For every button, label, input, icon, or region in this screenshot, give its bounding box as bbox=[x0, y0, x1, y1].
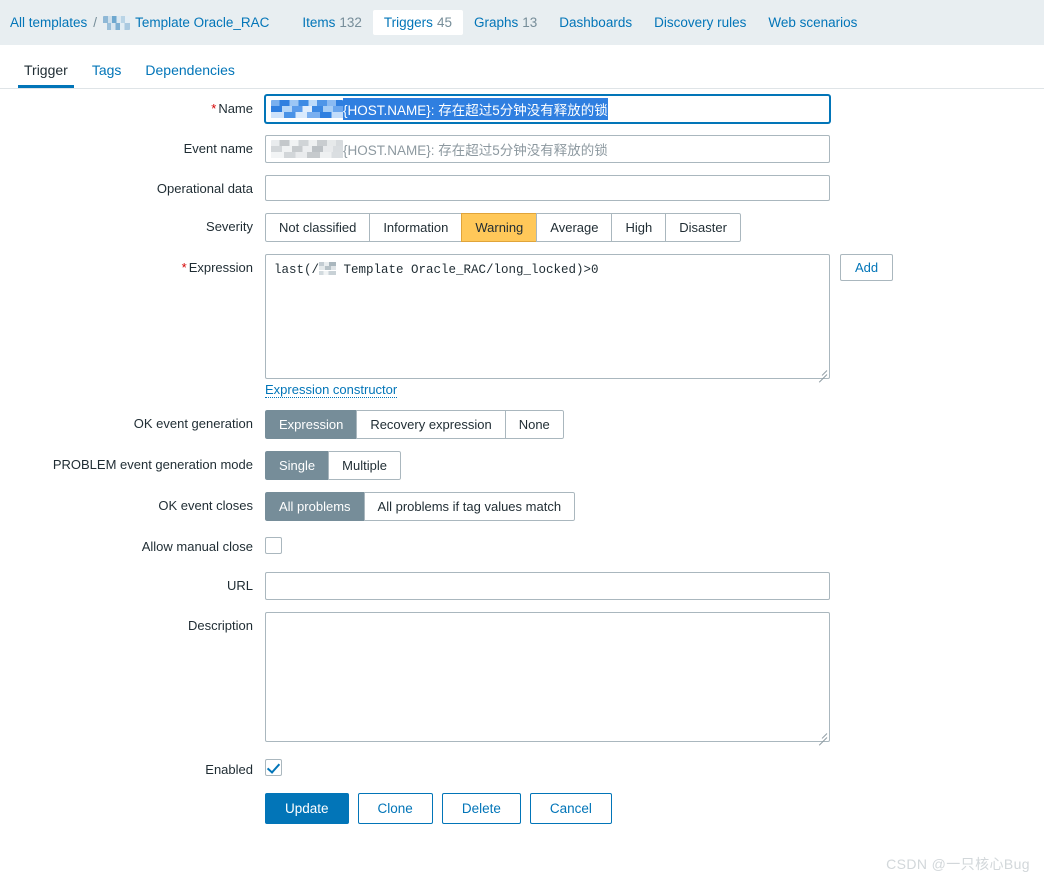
row-problem-event-generation-mode: PROBLEM event generation mode Single Mul… bbox=[0, 451, 1044, 480]
expression-add-button[interactable]: Add bbox=[840, 254, 894, 281]
trigger-configuration-page: All templates / Template Oracle_RAC Item… bbox=[0, 0, 1044, 888]
problem-event-mode-option-single[interactable]: Single bbox=[265, 451, 329, 480]
problem-event-mode-option-multiple[interactable]: Multiple bbox=[328, 451, 401, 480]
redacted-expression-host bbox=[319, 262, 337, 275]
watermark: CSDN @一只核心Bug bbox=[886, 856, 1030, 872]
footer-spacer bbox=[0, 793, 265, 799]
row-enabled: Enabled bbox=[0, 756, 1044, 777]
required-marker-expression: * bbox=[181, 260, 187, 275]
name-input[interactable]: {HOST.NAME}: 存在超过5分钟没有释放的锁 bbox=[265, 95, 830, 123]
label-expression-text: Expression bbox=[188, 260, 253, 275]
event-name-input[interactable]: {HOST.NAME}: 存在超过5分钟没有释放的锁 bbox=[265, 135, 830, 163]
row-ok-event-generation: OK event generation Expression Recovery … bbox=[0, 410, 1044, 439]
clone-button[interactable]: Clone bbox=[357, 793, 433, 824]
redacted-host-icon bbox=[103, 15, 131, 30]
severity-segmented-control: Not classified Information Warning Avera… bbox=[265, 213, 741, 242]
tab-web-scenarios-label: Web scenarios bbox=[768, 15, 858, 30]
form-tab-trigger[interactable]: Trigger bbox=[12, 57, 80, 88]
ok-event-generation-option-recovery-expression[interactable]: Recovery expression bbox=[356, 410, 505, 439]
form-tab-bar: Trigger Tags Dependencies bbox=[0, 45, 1044, 89]
ok-event-closes-segmented-control: All problems All problems if tag values … bbox=[265, 492, 576, 521]
tab-triggers-count: 45 bbox=[436, 15, 452, 30]
severity-option-high[interactable]: High bbox=[611, 213, 666, 242]
tab-items[interactable]: Items 132 bbox=[291, 10, 373, 35]
ok-event-closes-option-all-problems[interactable]: All problems bbox=[265, 492, 364, 521]
description-textarea[interactable] bbox=[265, 612, 830, 742]
page-header: All templates / Template Oracle_RAC Item… bbox=[0, 0, 1044, 45]
object-tab-bar: Items 132 Triggers 45 Graphs 13 Dashboards … bbox=[291, 10, 868, 35]
tab-graphs-label: Graphs bbox=[473, 15, 519, 30]
tab-items-label: Items bbox=[302, 15, 336, 30]
tab-items-count: 132 bbox=[339, 15, 362, 30]
ok-event-closes-option-tag-values-match[interactable]: All problems if tag values match bbox=[363, 492, 576, 521]
redacted-event-name-prefix bbox=[271, 139, 343, 159]
row-allow-manual-close: Allow manual close bbox=[0, 533, 1044, 554]
label-severity: Severity bbox=[206, 219, 253, 234]
form-action-bar: Update Clone Delete Cancel bbox=[265, 793, 1044, 824]
row-severity: Severity Not classified Information Warn… bbox=[0, 213, 1044, 242]
severity-option-average[interactable]: Average bbox=[536, 213, 612, 242]
problem-event-generation-mode-segmented-control: Single Multiple bbox=[265, 451, 401, 480]
required-marker-name: * bbox=[211, 101, 217, 116]
form-tab-dependencies[interactable]: Dependencies bbox=[133, 57, 247, 88]
redacted-name-prefix bbox=[271, 99, 343, 119]
name-input-selected-text: {HOST.NAME}: 存在超过5分钟没有释放的锁 bbox=[343, 98, 608, 120]
row-url: URL bbox=[0, 572, 1044, 600]
cancel-button[interactable]: Cancel bbox=[529, 793, 612, 824]
label-operational-data: Operational data bbox=[156, 181, 253, 196]
row-operational-data: Operational data bbox=[0, 175, 1044, 201]
breadcrumb-separator: / bbox=[93, 15, 98, 30]
tab-discovery-rules[interactable]: Discovery rules bbox=[643, 10, 757, 35]
tab-triggers[interactable]: Triggers 45 bbox=[372, 10, 463, 35]
allow-manual-close-checkbox[interactable] bbox=[265, 537, 282, 554]
ok-event-generation-option-expression[interactable]: Expression bbox=[265, 410, 357, 439]
severity-option-disaster[interactable]: Disaster bbox=[665, 213, 741, 242]
expression-suffix: Template Oracle_RAC/long_locked)>0 bbox=[336, 263, 599, 277]
expression-prefix: last(/ bbox=[274, 263, 320, 277]
label-event-name: Event name bbox=[183, 141, 253, 156]
expression-constructor-link[interactable]: Expression constructor bbox=[265, 382, 398, 398]
label-expression: * Expression bbox=[0, 254, 265, 275]
ok-event-generation-segmented-control: Expression Recovery expression None bbox=[265, 410, 564, 439]
row-expression: * Expression last(/ Template Oracle_RAC/l… bbox=[0, 254, 1044, 398]
trigger-form: * Name {HOST.NAME}: 存在超过5分钟没有释放的锁 Event n… bbox=[0, 95, 1044, 836]
tab-web-scenarios[interactable]: Web scenarios bbox=[757, 10, 868, 35]
form-tab-tags[interactable]: Tags bbox=[80, 57, 134, 88]
tab-discovery-rules-label: Discovery rules bbox=[654, 15, 747, 30]
operational-data-input[interactable] bbox=[265, 175, 830, 201]
tab-graphs[interactable]: Graphs 13 bbox=[463, 10, 548, 35]
severity-option-information[interactable]: Information bbox=[369, 213, 462, 242]
severity-option-not-classified[interactable]: Not classified bbox=[265, 213, 370, 242]
label-name-text: Name bbox=[218, 101, 253, 116]
severity-option-warning[interactable]: Warning bbox=[461, 213, 537, 242]
breadcrumb-all-templates[interactable]: All templates bbox=[10, 15, 87, 30]
delete-button[interactable]: Delete bbox=[441, 793, 521, 824]
label-enabled: Enabled bbox=[205, 762, 253, 777]
row-ok-event-closes: OK event closes All problems All problem… bbox=[0, 492, 1044, 521]
row-form-actions: Update Clone Delete Cancel bbox=[0, 793, 1044, 824]
tab-triggers-label: Triggers bbox=[383, 15, 433, 30]
row-event-name: Event name {HOST.NAME}: 存在超过5分钟没有释放的锁 bbox=[0, 135, 1044, 163]
label-description: Description bbox=[187, 618, 253, 633]
label-allow-manual-close: Allow manual close bbox=[141, 539, 253, 554]
url-input[interactable] bbox=[265, 572, 830, 600]
enabled-checkbox[interactable] bbox=[265, 759, 282, 776]
expression-textarea[interactable]: last(/ Template Oracle_RAC/long_locked)>… bbox=[265, 254, 830, 379]
tab-dashboards[interactable]: Dashboards bbox=[548, 10, 643, 35]
breadcrumb-template-name[interactable]: Template Oracle_RAC bbox=[135, 15, 269, 30]
ok-event-generation-option-none[interactable]: None bbox=[504, 410, 564, 439]
row-description: Description bbox=[0, 612, 1044, 746]
label-problem-event-generation-mode: PROBLEM event generation mode bbox=[52, 457, 253, 472]
event-name-placeholder-text: {HOST.NAME}: 存在超过5分钟没有释放的锁 bbox=[343, 143, 608, 158]
row-name: * Name {HOST.NAME}: 存在超过5分钟没有释放的锁 bbox=[0, 95, 1044, 123]
tab-graphs-count: 13 bbox=[522, 15, 538, 30]
update-button[interactable]: Update bbox=[265, 793, 349, 824]
label-url: URL bbox=[226, 578, 253, 593]
label-ok-event-generation: OK event generation bbox=[133, 416, 253, 431]
label-name: * Name bbox=[0, 95, 265, 116]
tab-dashboards-label: Dashboards bbox=[559, 15, 633, 30]
label-ok-event-closes: OK event closes bbox=[158, 498, 253, 513]
